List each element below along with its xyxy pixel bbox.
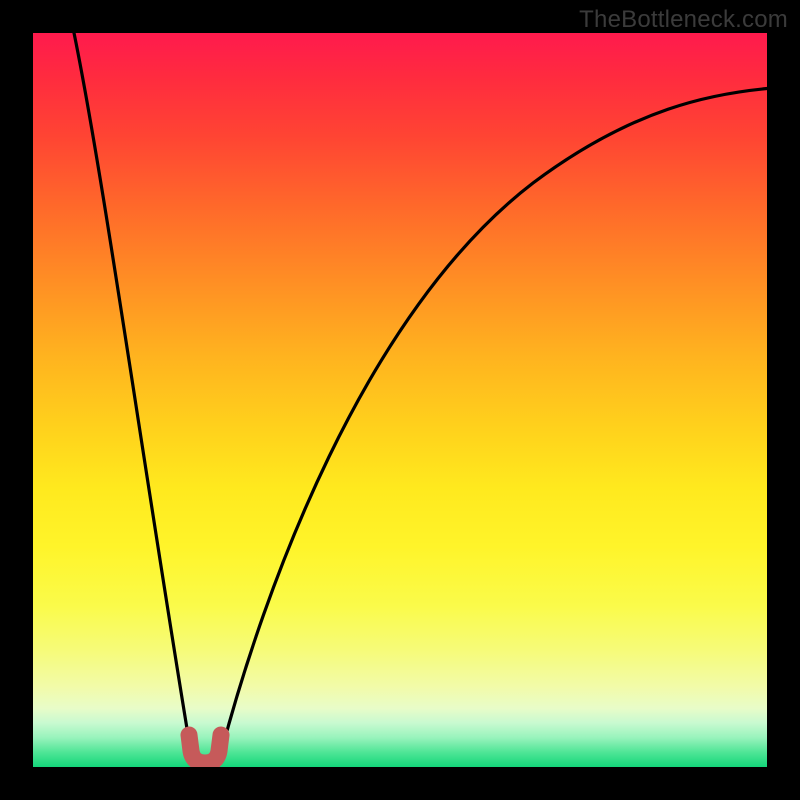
chart-frame: TheBottleneck.com	[0, 0, 800, 800]
plot-area	[33, 33, 767, 767]
watermark-text: TheBottleneck.com	[579, 6, 788, 34]
bottleneck-curve	[33, 33, 767, 767]
minimum-marker	[189, 735, 221, 763]
curve-right-branch	[221, 88, 767, 753]
curve-left-branch	[73, 33, 191, 753]
